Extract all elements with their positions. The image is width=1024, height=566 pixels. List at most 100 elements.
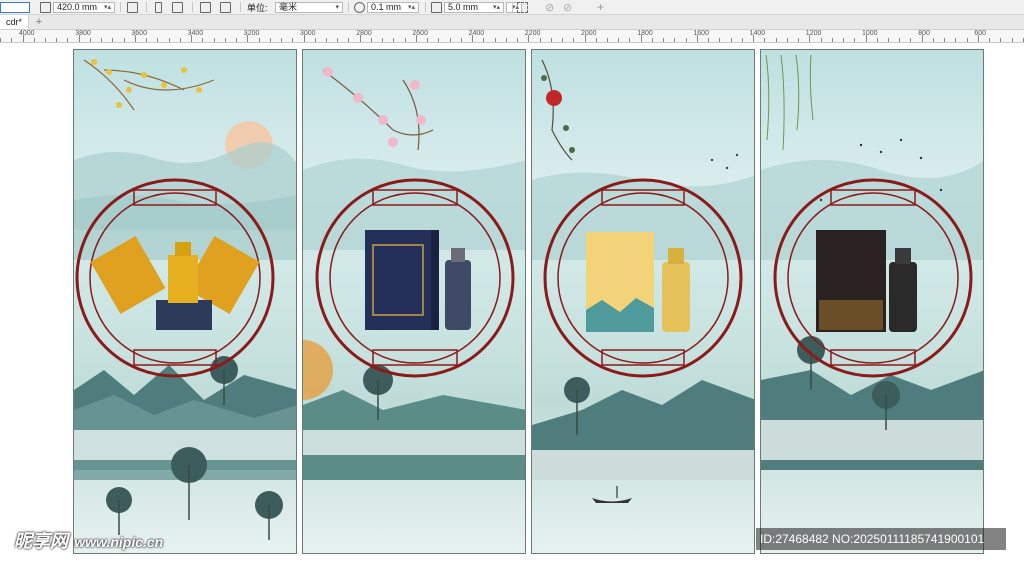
ruler-tick (359, 35, 361, 42)
ruler-tick (494, 38, 496, 42)
ruler-label: 1000 (862, 30, 878, 37)
design-panel-3[interactable] (531, 49, 755, 554)
portrait-icon[interactable] (155, 0, 162, 14)
dup-value: 5.0 mm (448, 1, 479, 12)
ruler-label: 3800 (75, 30, 91, 37)
ruler-tick (258, 38, 260, 42)
unit-value: 毫米 (279, 1, 298, 12)
ruler-label: 2200 (524, 30, 541, 37)
ruler-tick (460, 38, 462, 42)
ruler-label: 3000 (300, 30, 316, 37)
ruler-tick (168, 38, 170, 42)
ruler-tick (865, 35, 867, 42)
transform-icon[interactable] (127, 0, 138, 14)
ruler-tick (607, 38, 608, 42)
ruler-label: 1800 (637, 30, 653, 37)
ruler-tick (955, 38, 957, 42)
unit-select[interactable]: 毫米 ▾ (275, 0, 343, 14)
ruler-label: 2400 (468, 30, 485, 37)
ruler-label: 4000 (19, 30, 35, 37)
ruler-tick (415, 35, 417, 42)
add-icon[interactable]: + (597, 0, 604, 14)
left-field-edge[interactable] (0, 0, 30, 14)
ruler-label: 3200 (243, 30, 260, 37)
ruler-tick (314, 38, 316, 42)
ruler-tick (899, 38, 901, 42)
ruler-tick (191, 35, 193, 42)
ruler-tick (45, 38, 46, 42)
ruler-tick (843, 38, 844, 42)
ruler-tick (382, 38, 384, 42)
ruler-tick (179, 38, 181, 42)
ruler-tick (449, 38, 451, 42)
ruler-tick (888, 38, 889, 42)
ruler-tick (281, 38, 282, 42)
ruler-tick (550, 38, 552, 42)
ruler-tick (753, 35, 755, 42)
ruler-tick (370, 38, 372, 42)
ruler-tick (595, 38, 597, 42)
dynamic-guides-icon[interactable] (517, 0, 528, 14)
ruler-tick (1011, 38, 1013, 42)
ruler-tick (56, 38, 58, 42)
ruler-label: 800 (918, 30, 930, 37)
ruler-tick (539, 38, 541, 42)
ruler-tick (775, 38, 777, 42)
tab-document[interactable]: cdr* (0, 15, 30, 29)
ruler-tick (831, 38, 833, 42)
spin-icon[interactable]: ▾▴ (104, 2, 111, 13)
ruler-tick (910, 38, 912, 42)
ruler-tick (663, 38, 665, 42)
ruler-tick (483, 38, 485, 42)
ruler-tick (977, 35, 979, 42)
ruler-tick (674, 38, 676, 42)
ruler-tick (269, 38, 271, 42)
ruler-tick (22, 35, 24, 42)
ruler-tick (505, 38, 507, 42)
design-panel-4[interactable] (760, 49, 984, 554)
ruler-tick (798, 38, 799, 42)
width-field[interactable]: 420.0 mm ▾▴ (40, 0, 115, 14)
snap-off-icon[interactable]: ⊘ (545, 0, 554, 14)
ruler-tick (101, 38, 103, 42)
ruler-tick (89, 38, 91, 42)
duplicate-field[interactable]: 5.0 mm ▾▴ ▾▴ (431, 0, 522, 14)
ruler-tick (809, 35, 811, 42)
ruler-tick (966, 38, 968, 42)
current-page-icon[interactable] (220, 0, 231, 14)
ruler-tick (224, 38, 226, 42)
watermark-cn: 昵享网 (14, 531, 68, 552)
ruler-tick (247, 35, 249, 42)
new-tab-button[interactable]: + (32, 15, 46, 29)
ruler-tick (921, 35, 923, 42)
landscape-icon[interactable] (172, 0, 183, 14)
ruler-tick (584, 35, 586, 42)
nudge-icon (354, 1, 365, 13)
all-pages-icon[interactable] (200, 0, 211, 14)
ruler-tick (719, 38, 721, 42)
watermark-url: www.nipic.cn (74, 534, 164, 550)
ruler-tick (573, 38, 575, 42)
ruler-tick (326, 38, 327, 42)
image-id-watermark: ID:27468482 NO:20250111185741900101 (756, 528, 1006, 550)
ruler-tick (123, 38, 125, 42)
horizontal-ruler[interactable]: 4000 3800 3600 3400 3200 3000 2800 2600 2400 2200… (0, 30, 1024, 43)
ruler-tick (932, 38, 934, 42)
ruler-label: 3400 (187, 30, 204, 37)
design-panel-2[interactable] (302, 49, 526, 554)
snap-objects-icon[interactable]: ⊘ (563, 0, 572, 14)
ruler-tick (157, 38, 159, 42)
ruler-tick (618, 38, 620, 42)
ruler-tick (876, 38, 878, 42)
page-size-icon (40, 1, 51, 13)
unit-label: 单位: (247, 2, 268, 13)
ruler-tick (708, 38, 710, 42)
ruler-tick (0, 38, 1, 42)
ruler-tick (854, 38, 856, 42)
ruler-tick (134, 35, 136, 42)
ruler-tick (78, 35, 80, 42)
nudge-field[interactable]: 0.1 mm ▾▴ (354, 0, 419, 14)
site-watermark: 昵享网 www.nipic.cn (14, 527, 163, 553)
design-panel-1[interactable] (73, 49, 297, 554)
ruler-tick (741, 38, 743, 42)
